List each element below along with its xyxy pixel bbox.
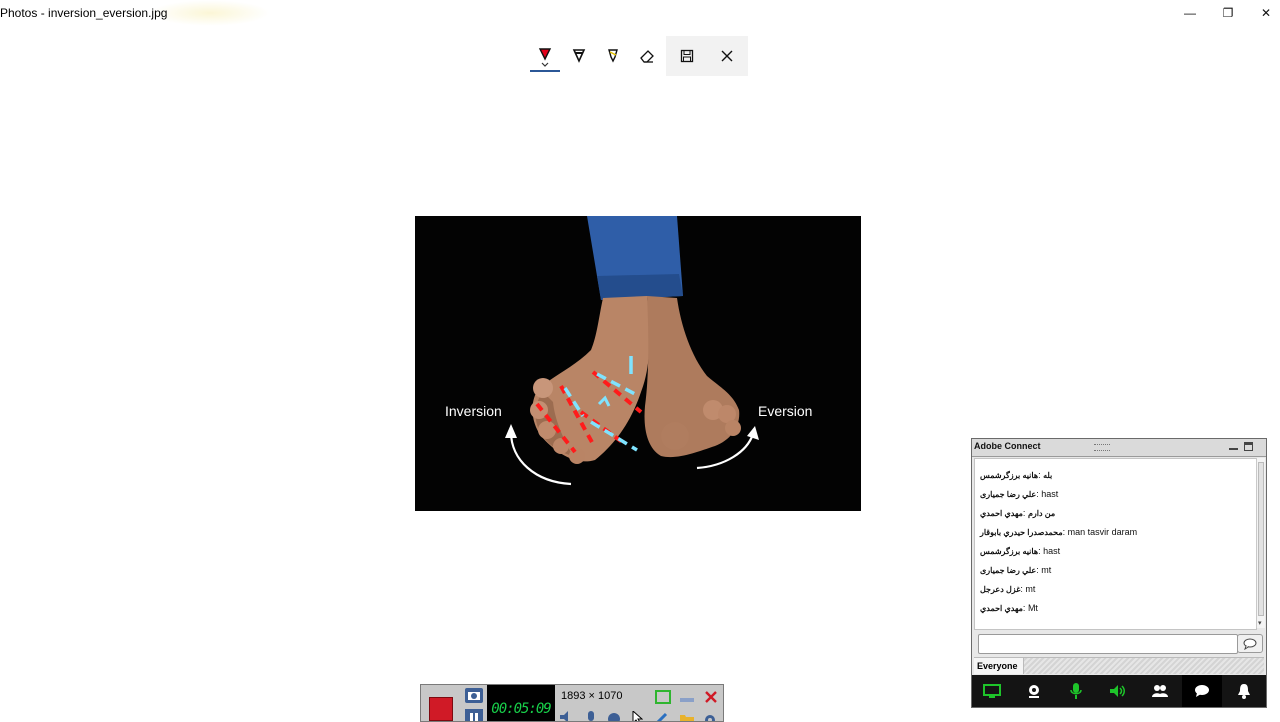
attendees-button[interactable] [1140, 675, 1180, 707]
save-copy-icon [680, 49, 694, 63]
camera-icon [468, 692, 480, 700]
eversion-label: Eversion [758, 403, 813, 419]
send-message-button[interactable] [1237, 634, 1263, 653]
window-title: Photos - inversion_eversion.jpg [0, 6, 168, 20]
microphone-icon [1070, 683, 1082, 699]
chat-message: بله :هانيه برزگرشمس [980, 470, 1053, 480]
eraser-icon [640, 50, 654, 63]
title-bar: Photos - inversion_eversion.jpg — ❐ ✕ [0, 0, 1280, 26]
scroll-down-icon[interactable]: ▾ [1258, 619, 1262, 627]
minimize-button[interactable]: — [1180, 4, 1200, 22]
chat-message: مهدي احمدي: Mt [980, 603, 1038, 613]
speaker-icon [1110, 685, 1125, 697]
screen-recorder-widget: 00:05:09 1893 × 1070 [420, 684, 724, 722]
scrollbar-thumb[interactable] [1258, 462, 1264, 616]
pencil-icon [572, 49, 586, 63]
inversion-label: Inversion [445, 403, 502, 419]
share-screen-button[interactable] [972, 675, 1012, 707]
cursor-button[interactable] [631, 709, 647, 721]
chat-input[interactable] [978, 634, 1238, 654]
chat-log: بله :هانيه برزگرشمس علي رضا جميارى: hast… [974, 458, 1257, 630]
close-recorder-button[interactable] [703, 690, 719, 704]
chat-message: محمدصدرا حيدري بابوقار: man tasvir daram [980, 527, 1138, 537]
pause-button[interactable] [465, 709, 483, 721]
chat-message: علي رضا جميارى: hast [980, 489, 1059, 499]
title-bar-glow [150, 0, 270, 26]
highlighter-icon [608, 49, 618, 63]
audio-button[interactable] [559, 711, 575, 721]
speaker-icon [560, 711, 568, 721]
stop-recording-button[interactable] [429, 697, 453, 721]
chat-message: من دارم :مهدي احمدي [980, 508, 1056, 518]
close-icon [721, 50, 733, 62]
close-window-button[interactable]: ✕ [1256, 4, 1276, 22]
panel-maximize-button[interactable] [1244, 442, 1253, 451]
foot-photo: Inversion Eversion [415, 216, 861, 511]
share-screen-icon [983, 684, 1001, 698]
webcam-button[interactable] [607, 711, 623, 721]
open-folder-button[interactable] [679, 711, 695, 721]
highlighter-button[interactable] [596, 36, 630, 76]
region-icon [655, 690, 671, 704]
chat-message: هانيه برزگرشمس: hast [980, 546, 1061, 556]
chat-scrollbar[interactable]: ▾ [1256, 458, 1265, 628]
screenshot-button[interactable] [465, 688, 483, 703]
panel-header: Adobe Connect [972, 439, 1266, 457]
camera-icon [1029, 685, 1039, 698]
attendees-icon [1152, 685, 1168, 697]
notification-icon [1238, 684, 1250, 699]
pen-icon [656, 712, 668, 721]
webcam-icon [608, 713, 620, 721]
capture-dimensions: 1893 × 1070 [561, 690, 623, 702]
chat-icon [1195, 685, 1209, 697]
folder-icon [680, 715, 694, 721]
capture-region-button[interactable] [655, 690, 671, 704]
close-icon [705, 691, 717, 703]
draw-button[interactable] [655, 711, 671, 721]
pause-icon [470, 713, 478, 721]
ink-toolbar [526, 36, 748, 76]
recording-timer: 00:05:09 [487, 685, 555, 721]
ballpoint-pen-icon [538, 48, 552, 67]
eraser-button[interactable] [630, 36, 664, 76]
microphone-icon [588, 711, 594, 721]
restore-button[interactable]: ❐ [1218, 4, 1238, 22]
audience-selector[interactable]: Everyone [974, 657, 1264, 674]
minimize-recorder-button[interactable] [679, 690, 695, 704]
speech-bubble-icon [1243, 638, 1257, 650]
cursor-icon [632, 709, 644, 721]
save-copy-button[interactable] [670, 36, 704, 76]
gear-icon [705, 715, 715, 721]
close-ink-button[interactable] [710, 36, 744, 76]
notification-button[interactable] [1224, 675, 1264, 707]
foot-illustration [505, 216, 759, 486]
everyone-tab[interactable]: Everyone [974, 658, 1024, 674]
chat-button[interactable] [1182, 675, 1222, 707]
settings-button[interactable] [703, 711, 719, 721]
panel-title: Adobe Connect [974, 441, 1041, 451]
minimize-icon [680, 698, 694, 702]
chat-message: غزل دعرجل: mt [980, 584, 1036, 594]
camera-button[interactable] [1014, 675, 1054, 707]
ballpoint-pen-button[interactable] [528, 36, 562, 76]
connect-control-bar [972, 675, 1266, 707]
adobe-connect-panel: Adobe Connect بله :هانيه برزگرشمس علي رض… [971, 438, 1267, 708]
mic-button[interactable] [585, 711, 601, 721]
chat-message: علي رضا جميارى: mt [980, 565, 1052, 575]
microphone-button[interactable] [1056, 675, 1096, 707]
panel-minimize-button[interactable] [1229, 442, 1238, 450]
drag-handle[interactable] [1094, 444, 1110, 451]
pencil-button[interactable] [562, 36, 596, 76]
speaker-button[interactable] [1098, 675, 1138, 707]
